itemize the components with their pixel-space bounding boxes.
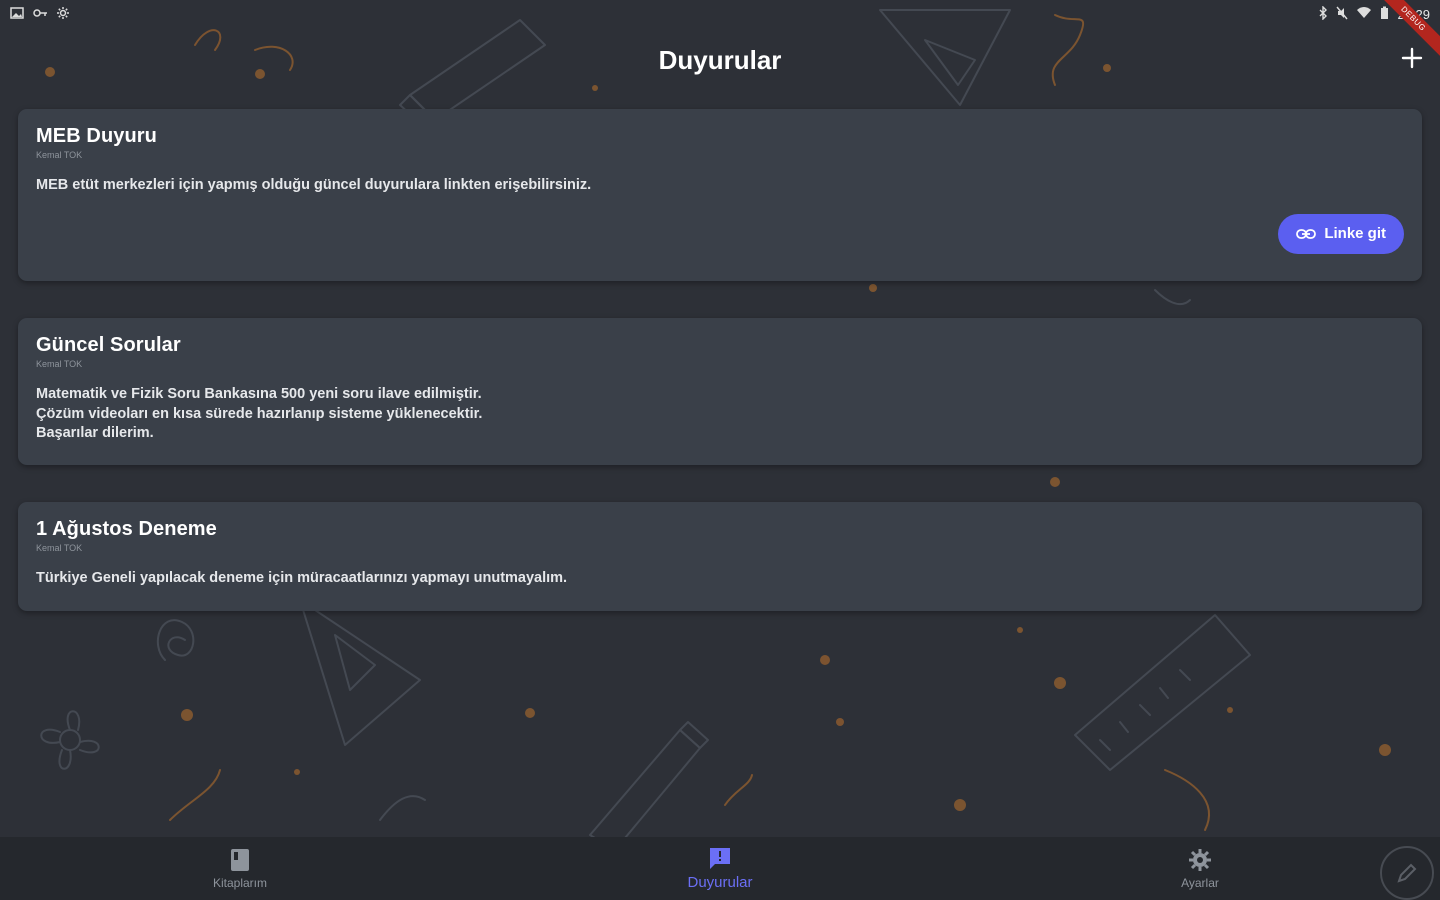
link-icon	[1296, 228, 1317, 240]
vpn-icon	[32, 6, 48, 22]
nav-item-settings[interactable]: Ayarlar	[960, 837, 1440, 900]
announcement-body: Türkiye Geneli yapılacak deneme için mür…	[36, 570, 568, 586]
announcement-icon	[708, 846, 732, 870]
screen: 20:29 DEBUG Duyurular MEB Duyuru Kemal T…	[0, 0, 1440, 900]
card-actions: Linke git	[36, 213, 1404, 254]
status-left	[10, 6, 70, 22]
bottom-navigation: Kitaplarım Duyurular Ayarlar	[0, 837, 1440, 900]
book-icon	[228, 848, 252, 872]
gear-icon	[1188, 848, 1212, 872]
status-bar: 20:29 DEBUG	[0, 0, 1440, 63]
announcement-title: 1 Ağustos Deneme	[36, 518, 217, 540]
announcement-body: MEB etüt merkezleri için yapmış olduğu g…	[36, 177, 592, 193]
announcement-body: Matematik ve Fizik Soru Bankasına 500 ye…	[36, 386, 483, 441]
edit-button[interactable]	[1380, 846, 1434, 900]
settings-icon	[56, 6, 70, 22]
plus-icon	[1401, 47, 1423, 69]
announcement-card: MEB Duyuru Kemal TOK MEB etüt merkezleri…	[18, 109, 1422, 281]
nav-label-announcements: Duyurular	[687, 874, 753, 891]
wifi-icon	[1356, 6, 1372, 22]
go-to-link-label: Linke git	[1324, 225, 1386, 242]
announcement-title: MEB Duyuru	[36, 125, 157, 147]
mute-icon	[1336, 6, 1348, 22]
announcement-card: Güncel Sorular Kemal TOK Matematik ve Fi…	[18, 318, 1422, 465]
app-bar: Duyurular	[0, 28, 1440, 92]
announcement-author: Kemal TOK	[36, 543, 83, 553]
go-to-link-button[interactable]: Linke git	[1278, 213, 1404, 254]
page-title: Duyurular	[658, 44, 782, 75]
nav-item-books[interactable]: Kitaplarım	[0, 837, 480, 900]
bluetooth-icon	[1318, 5, 1328, 22]
nav-label-books: Kitaplarım	[212, 875, 268, 890]
announcement-card: 1 Ağustos Deneme Kemal TOK Türkiye Genel…	[18, 502, 1422, 611]
announcement-author: Kemal TOK	[36, 150, 83, 160]
pencil-icon	[1397, 863, 1417, 883]
image-icon	[10, 6, 24, 22]
nav-item-announcements[interactable]: Duyurular	[480, 837, 960, 900]
add-announcement-button[interactable]	[1398, 40, 1426, 76]
announcement-title: Güncel Sorular	[36, 334, 181, 356]
announcement-author: Kemal TOK	[36, 359, 83, 369]
battery-icon	[1380, 6, 1389, 22]
nav-label-settings: Ayarlar	[1181, 875, 1219, 890]
